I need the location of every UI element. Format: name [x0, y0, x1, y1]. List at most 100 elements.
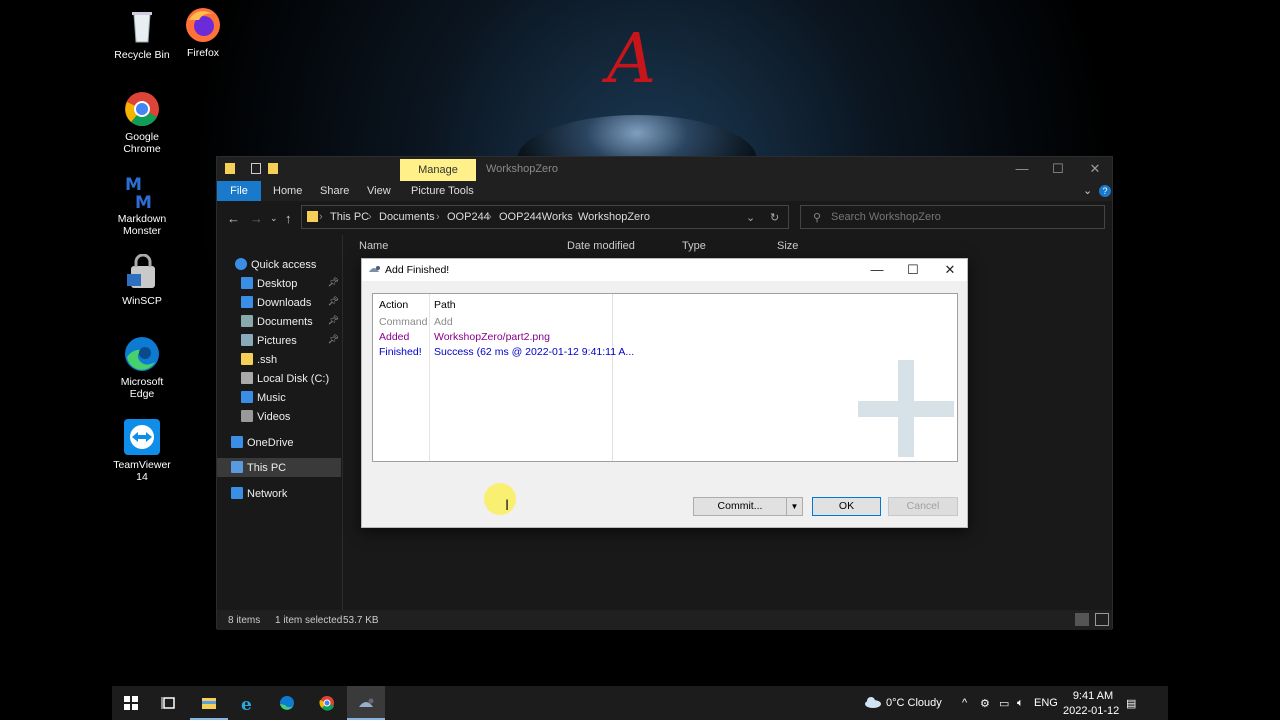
desktop-icon-teamviewer[interactable]: TeamViewer 14	[112, 418, 172, 483]
desktop-icon-markdown-monster[interactable]: MM Markdown Monster	[112, 172, 172, 237]
network-icon[interactable]: ▭	[999, 697, 1009, 710]
add-watermark-icon	[898, 360, 914, 457]
back-arrow-icon[interactable]: ←	[227, 211, 240, 226]
sidebar-item-desktop[interactable]: Desktop 📌︎	[217, 274, 341, 293]
sidebar-item-label: OneDrive	[247, 437, 294, 449]
sidebar-item-music[interactable]: Music	[217, 388, 341, 407]
notifications-icon[interactable]: ▤	[1126, 697, 1136, 710]
tab-manage[interactable]: Manage	[400, 159, 476, 181]
tab-picture-tools[interactable]: Picture Tools	[411, 185, 474, 197]
desktop-icon-chrome[interactable]: Google Chrome	[112, 90, 172, 155]
start-button[interactable]	[112, 686, 150, 720]
log-row-action[interactable]: Command	[379, 316, 427, 328]
column-date-modified[interactable]: Date modified	[567, 240, 635, 252]
sidebar-item-quick-access[interactable]: Quick access	[217, 255, 341, 274]
desktop-icon-firefox[interactable]: Firefox	[173, 6, 233, 59]
breadcrumb-documents[interactable]: Documents	[379, 211, 435, 223]
large-icons-view-icon[interactable]	[1095, 613, 1109, 626]
clock-time[interactable]: 9:41 AM	[1070, 690, 1116, 702]
up-arrow-icon[interactable]: ↑	[285, 211, 292, 226]
taskbar-chrome[interactable]	[308, 686, 346, 720]
status-bar: 8 items 1 item selected 53.7 KB	[217, 610, 1112, 630]
log-row-path[interactable]: WorkshopZero/part2.png	[434, 331, 550, 343]
details-view-icon[interactable]	[1075, 613, 1089, 626]
firefox-icon	[184, 6, 222, 44]
tab-home[interactable]: Home	[273, 185, 302, 197]
taskbar-tortoisegit[interactable]	[347, 686, 385, 720]
column-action[interactable]: Action	[379, 299, 408, 311]
refresh-icon[interactable]: ↻	[770, 211, 779, 224]
sidebar-item-label: Documents	[257, 316, 313, 328]
log-row-path[interactable]: Add	[434, 316, 453, 328]
chevron-right-icon: ›	[368, 211, 372, 223]
sidebar-item-pictures[interactable]: Pictures 📌︎	[217, 331, 341, 350]
sidebar-item-local-disk-c[interactable]: Local Disk (C:)	[217, 369, 341, 388]
column-path[interactable]: Path	[434, 299, 456, 311]
sidebar-item-network[interactable]: Network	[217, 484, 341, 503]
address-box[interactable]: This PC Documents OOP244 OOP244Works Wor…	[301, 205, 789, 229]
commit-dropdown-button[interactable]: ▼	[786, 497, 803, 516]
expand-ribbon-icon[interactable]: ⌄	[1083, 184, 1092, 197]
tortoisegit-tray-icon[interactable]: ⚙	[980, 697, 990, 710]
chrome-icon	[319, 696, 334, 711]
search-input[interactable]: Search WorkshopZero	[800, 205, 1105, 229]
text-cursor-icon: I	[505, 498, 510, 514]
maximize-icon[interactable]: ☐	[904, 262, 922, 278]
breadcrumb-oop244[interactable]: OOP244	[447, 211, 490, 223]
column-size[interactable]: Size	[777, 240, 798, 252]
sidebar-item-downloads[interactable]: Downloads 📌︎	[217, 293, 341, 312]
chevron-right-icon: ›	[567, 211, 571, 223]
desktop-icon-winscp[interactable]: WinSCP	[112, 253, 172, 307]
volume-icon[interactable]: 🔈︎	[1017, 697, 1024, 710]
commit-button[interactable]: Commit...	[693, 497, 787, 516]
sidebar-item-label: Quick access	[251, 259, 317, 271]
help-icon[interactable]: ?	[1099, 185, 1111, 197]
windows-logo-icon	[124, 696, 138, 710]
breadcrumb-oop244works[interactable]: OOP244Works	[499, 211, 573, 223]
tab-view[interactable]: View	[367, 185, 391, 197]
desktop-icon-recycle-bin[interactable]: Recycle Bin	[112, 8, 172, 61]
sidebar-item-ssh[interactable]: .ssh	[217, 350, 341, 369]
clock-date[interactable]: 2022-01-12	[1063, 705, 1119, 717]
breadcrumb-workshopzero[interactable]: WorkshopZero	[578, 211, 650, 223]
network-icon	[231, 487, 243, 499]
sidebar-item-this-pc[interactable]: This PC	[217, 458, 341, 477]
teamviewer-icon	[123, 418, 161, 456]
log-row-action[interactable]: Added	[379, 331, 409, 343]
chevron-right-icon: ›	[319, 211, 323, 223]
sidebar-item-documents[interactable]: Documents 📌︎	[217, 312, 341, 331]
breadcrumb-this-pc[interactable]: This PC	[330, 211, 369, 223]
ok-button[interactable]: OK	[812, 497, 881, 516]
column-type[interactable]: Type	[682, 240, 706, 252]
maximize-icon[interactable]: ☐	[1050, 161, 1066, 177]
log-row-action[interactable]: Finished!	[379, 346, 422, 358]
language-indicator[interactable]: ENG	[1034, 697, 1058, 709]
forward-arrow-icon[interactable]: →	[250, 211, 263, 226]
task-view-button[interactable]	[150, 686, 188, 720]
sidebar-item-videos[interactable]: Videos	[217, 407, 341, 426]
ribbon-tabs: File Home Share View Picture Tools ⌄ ?	[217, 181, 1112, 201]
sidebar-item-onedrive[interactable]: OneDrive	[217, 433, 341, 452]
minimize-icon[interactable]: —	[868, 262, 886, 277]
show-hidden-icons-icon[interactable]: ^	[962, 697, 967, 709]
tab-file[interactable]: File	[217, 181, 261, 201]
system-tray: 0°C Cloudy ^ ⚙ ▭ 🔈︎ ENG 9:41 AM 2022-01-…	[858, 686, 1168, 720]
close-icon[interactable]: ✕	[1087, 161, 1103, 177]
close-icon[interactable]: ✕	[941, 262, 959, 278]
taskbar-file-explorer[interactable]	[190, 686, 228, 720]
desktop-icon-edge[interactable]: Microsoft Edge	[112, 335, 172, 400]
sidebar-item-label: Downloads	[257, 297, 312, 309]
minimize-icon[interactable]: —	[1014, 161, 1030, 176]
chevron-down-icon[interactable]: ⌄	[746, 211, 755, 224]
cancel-button[interactable]: Cancel	[888, 497, 958, 516]
recent-locations-icon[interactable]: ⌄	[270, 213, 278, 224]
taskbar-edge[interactable]	[268, 686, 306, 720]
column-name[interactable]: Name	[359, 240, 388, 252]
log-row-path[interactable]: Success (62 ms @ 2022-01-12 9:41:11 A...	[434, 346, 634, 358]
desktop-icon-label: Markdown Monster	[117, 213, 167, 237]
taskbar-internet-explorer[interactable]: e	[229, 686, 267, 720]
tab-share[interactable]: Share	[320, 185, 349, 197]
weather-text[interactable]: 0°C Cloudy	[886, 697, 942, 709]
new-folder-icon[interactable]	[268, 163, 278, 174]
properties-icon[interactable]	[251, 163, 261, 174]
